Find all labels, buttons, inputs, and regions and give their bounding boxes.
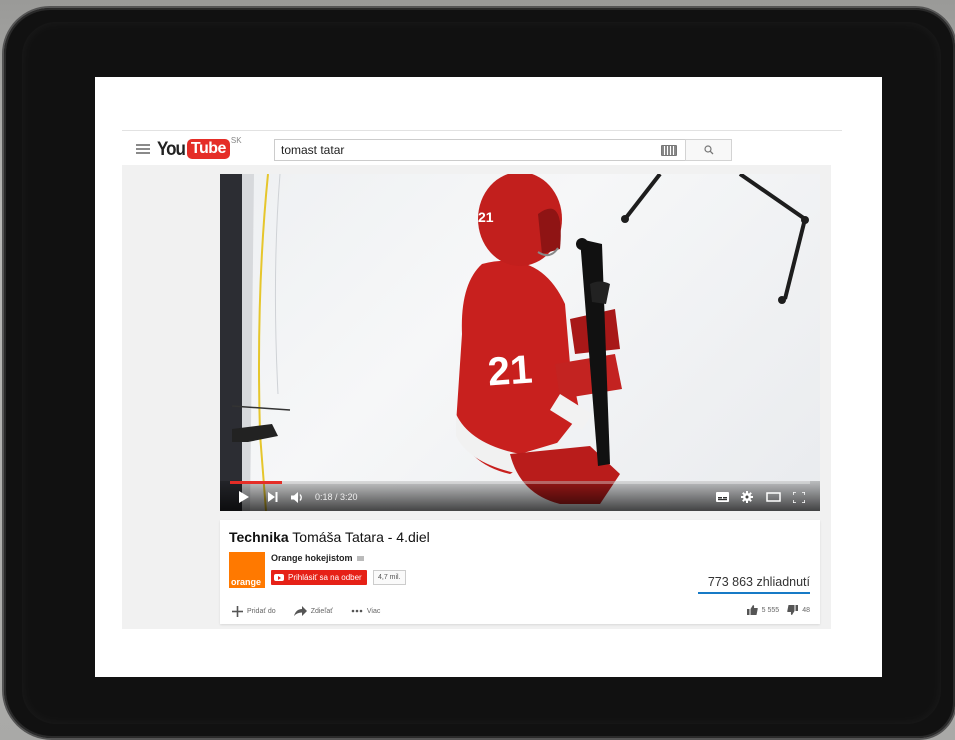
add-to-button[interactable]: Pridať do <box>232 605 276 617</box>
dislike-button[interactable]: 48 <box>787 605 810 615</box>
volume-icon <box>290 491 302 503</box>
progress-bar[interactable] <box>230 481 810 484</box>
subscriber-count: 4,7 mil. <box>373 570 406 585</box>
share-label: Zdieľať <box>310 607 333 615</box>
rating-bar: 5 555 48 <box>739 605 810 615</box>
keyboard-icon[interactable] <box>661 144 677 156</box>
next-button[interactable] <box>267 489 279 505</box>
player-controls: 0:18 / 3:20 <box>220 481 820 511</box>
fullscreen-icon <box>793 491 805 503</box>
next-icon <box>268 492 278 502</box>
search-box <box>274 139 685 161</box>
logo-you-text: You <box>157 137 186 160</box>
subscribe-label: Prihlásiť sa na odber <box>288 573 362 582</box>
thumbs-down-icon <box>787 605 799 615</box>
logo-country-code: SK <box>230 136 242 145</box>
play-button[interactable] <box>238 489 250 505</box>
add-to-label: Pridať do <box>247 607 276 615</box>
action-bar: Pridať do Zdieľať Viac <box>232 604 398 618</box>
like-ratio-bar <box>698 592 810 594</box>
search-icon <box>703 145 713 155</box>
video-info-card: Technika Tomáša Tatara - 4.diel orange O… <box>220 520 820 624</box>
logo-tube-text: Tube <box>186 139 230 159</box>
like-count: 5 555 <box>761 606 780 614</box>
video-player[interactable]: 21 21 0:18 / 3:20 <box>220 174 820 511</box>
video-frame: 21 21 <box>220 174 809 511</box>
video-title-rest: Tomáša Tatara - 4.diel <box>288 529 430 545</box>
dislike-count: 48 <box>802 606 810 614</box>
progress-fill <box>230 481 283 484</box>
view-count: 773 863 zhliadnutí <box>707 575 810 589</box>
browser-screen: You Tube SK tomast tatar 21 21 0:18 / 3:… <box>95 77 882 677</box>
fullscreen-button[interactable] <box>792 489 806 505</box>
channel-avatar-text: orange <box>231 577 262 587</box>
subtitles-icon <box>715 492 729 502</box>
settings-button[interactable] <box>740 489 754 505</box>
search-button[interactable] <box>685 139 732 161</box>
youtube-play-icon <box>274 574 284 581</box>
subtitles-button[interactable] <box>715 489 729 505</box>
video-title-bold: Technika <box>229 529 289 545</box>
more-dots-icon <box>351 609 363 613</box>
channel-name: Orange hokejistom <box>271 553 353 563</box>
more-label: Viac <box>366 607 381 615</box>
theater-mode-icon <box>765 492 781 502</box>
jersey-number: 21 <box>486 347 533 394</box>
channel-name-link[interactable]: Orange hokejistom <box>271 553 364 563</box>
subscribe-button[interactable]: Prihlásiť sa na odber <box>271 570 367 585</box>
content-background <box>122 165 831 629</box>
tablet-frame: You Tube SK tomast tatar 21 21 0:18 / 3:… <box>4 8 955 738</box>
theater-mode-button[interactable] <box>765 489 781 505</box>
more-button[interactable]: Viac <box>351 607 381 615</box>
video-title: Technika Tomáša Tatara - 4.diel <box>229 529 430 545</box>
search-input[interactable] <box>275 141 661 159</box>
volume-button[interactable] <box>290 489 304 505</box>
share-button[interactable]: Zdieľať <box>293 606 333 616</box>
channel-avatar[interactable]: orange <box>229 552 265 588</box>
plus-icon <box>232 605 243 617</box>
thumbs-up-icon <box>746 605 758 615</box>
time-display: 0:18 / 3:20 <box>315 492 358 502</box>
youtube-logo[interactable]: You Tube SK <box>157 136 242 160</box>
masthead-divider <box>122 130 842 131</box>
play-icon <box>239 491 249 503</box>
gear-icon <box>741 491 753 503</box>
hamburger-menu-icon[interactable] <box>136 144 150 154</box>
helmet-number: 21 <box>478 209 494 225</box>
share-icon <box>293 606 307 616</box>
like-button[interactable]: 5 555 <box>746 605 780 615</box>
verified-icon <box>356 556 364 562</box>
